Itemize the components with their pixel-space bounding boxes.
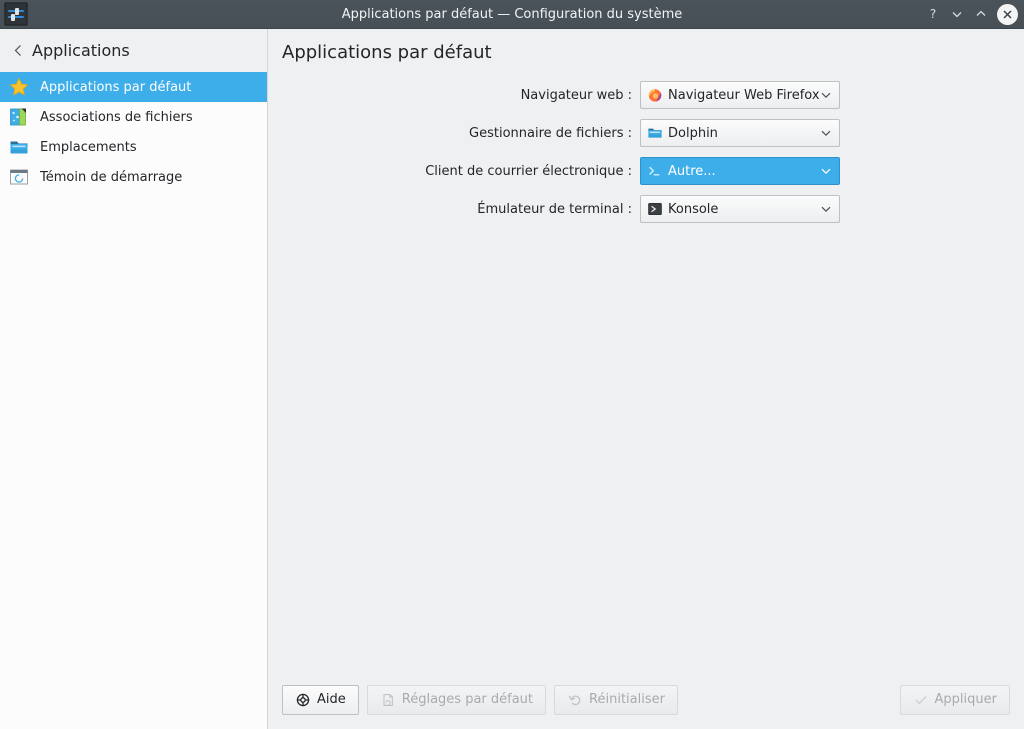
terminal-emulator-value: Konsole xyxy=(668,201,719,217)
defaults-button-label: Réglages par défaut xyxy=(401,692,534,707)
chevron-down-icon xyxy=(819,202,833,216)
chevron-down-icon xyxy=(819,126,833,140)
web-browser-combobox[interactable]: Navigateur Web Firefox xyxy=(640,81,840,109)
window-title: Applications par défaut — Configuration … xyxy=(341,6,683,22)
terminal-emulator-combobox[interactable]: Konsole xyxy=(640,195,840,223)
sidebar-list: Applications par défaut Associations de … xyxy=(0,72,267,729)
file-manager-label: Gestionnaire de fichiers : xyxy=(469,125,632,141)
email-client-label: Client de courrier électronique : xyxy=(425,163,632,179)
form-row-file-manager: Gestionnaire de fichiers : Dolphin xyxy=(268,114,1024,152)
page-title: Applications par défaut xyxy=(282,42,492,63)
firefox-icon xyxy=(647,87,663,103)
terminal-emulator-label: Émulateur de terminal : xyxy=(477,201,632,217)
terminal-prompt-icon xyxy=(647,163,663,179)
sidebar-item-label: Associations de fichiers xyxy=(40,109,193,125)
undo-arrow-icon xyxy=(567,692,583,708)
svg-text:?: ? xyxy=(930,7,936,21)
folder-icon xyxy=(8,136,30,158)
help-button-footer[interactable]: Aide xyxy=(282,684,359,715)
form-row-web-browser: Navigateur web : Navigateur Web Firefox xyxy=(268,76,1024,114)
help-button-label: Aide xyxy=(317,692,346,707)
window-body: Applications Applications par défaut Ass… xyxy=(0,29,1024,729)
reset-button-label: Réinitialiser xyxy=(589,692,665,707)
star-icon xyxy=(8,76,30,98)
dolphin-folder-icon xyxy=(647,125,663,141)
form-row-email-client: Client de courrier électronique : Autre.… xyxy=(268,152,1024,190)
email-client-combobox[interactable]: Autre... xyxy=(640,157,840,185)
chevron-down-icon xyxy=(819,164,833,178)
close-button[interactable] xyxy=(997,3,1018,25)
defaults-button[interactable]: Réglages par défaut xyxy=(366,684,547,715)
launch-feedback-icon xyxy=(8,166,30,188)
titlebar: Applications par défaut — Configuration … xyxy=(0,0,1024,29)
sidebar-back-header[interactable]: Applications xyxy=(0,29,267,72)
file-manager-value: Dolphin xyxy=(668,125,718,141)
file-associations-icon xyxy=(8,106,30,128)
content-area: Applications par défaut Navigateur web : xyxy=(268,29,1024,729)
sidebar: Applications Applications par défaut Ass… xyxy=(0,29,268,729)
window-controls: ? xyxy=(921,2,1024,26)
document-revert-icon xyxy=(380,692,396,708)
file-manager-combobox[interactable]: Dolphin xyxy=(640,119,840,147)
web-browser-label: Navigateur web : xyxy=(520,87,632,103)
minimize-button[interactable] xyxy=(945,2,969,26)
maximize-button[interactable] xyxy=(969,2,993,26)
chevron-left-icon xyxy=(10,43,26,59)
chevron-down-icon xyxy=(819,88,833,102)
sidebar-item-file-associations[interactable]: Associations de fichiers xyxy=(0,102,267,132)
system-settings-window: Applications par défaut — Configuration … xyxy=(0,0,1024,729)
apply-button-label: Appliquer xyxy=(934,692,997,707)
email-client-value: Autre... xyxy=(668,163,716,179)
help-button[interactable]: ? xyxy=(921,2,945,26)
apply-button[interactable]: Appliquer xyxy=(899,684,1010,715)
sidebar-item-locations[interactable]: Emplacements xyxy=(0,132,267,162)
sidebar-item-default-applications[interactable]: Applications par défaut xyxy=(0,72,267,102)
footer-toolbar: Aide Réglages par défaut Réinitialiser A… xyxy=(268,670,1024,729)
web-browser-value: Navigateur Web Firefox xyxy=(668,87,819,103)
sidebar-item-launch-feedback[interactable]: Témoin de démarrage xyxy=(0,162,267,192)
konsole-icon xyxy=(647,201,663,217)
check-icon xyxy=(913,692,929,708)
sidebar-back-label: Applications xyxy=(32,41,130,60)
form-row-terminal-emulator: Émulateur de terminal : Konsole xyxy=(268,190,1024,228)
sidebar-item-label: Applications par défaut xyxy=(40,79,192,95)
default-applications-form: Navigateur web : Navigateur Web Firefox xyxy=(268,63,1024,670)
lifebuoy-icon xyxy=(295,692,311,708)
system-settings-sliders-icon xyxy=(4,2,28,26)
sidebar-item-label: Emplacements xyxy=(40,139,137,155)
reset-button[interactable]: Réinitialiser xyxy=(554,684,678,715)
sidebar-item-label: Témoin de démarrage xyxy=(40,169,183,185)
